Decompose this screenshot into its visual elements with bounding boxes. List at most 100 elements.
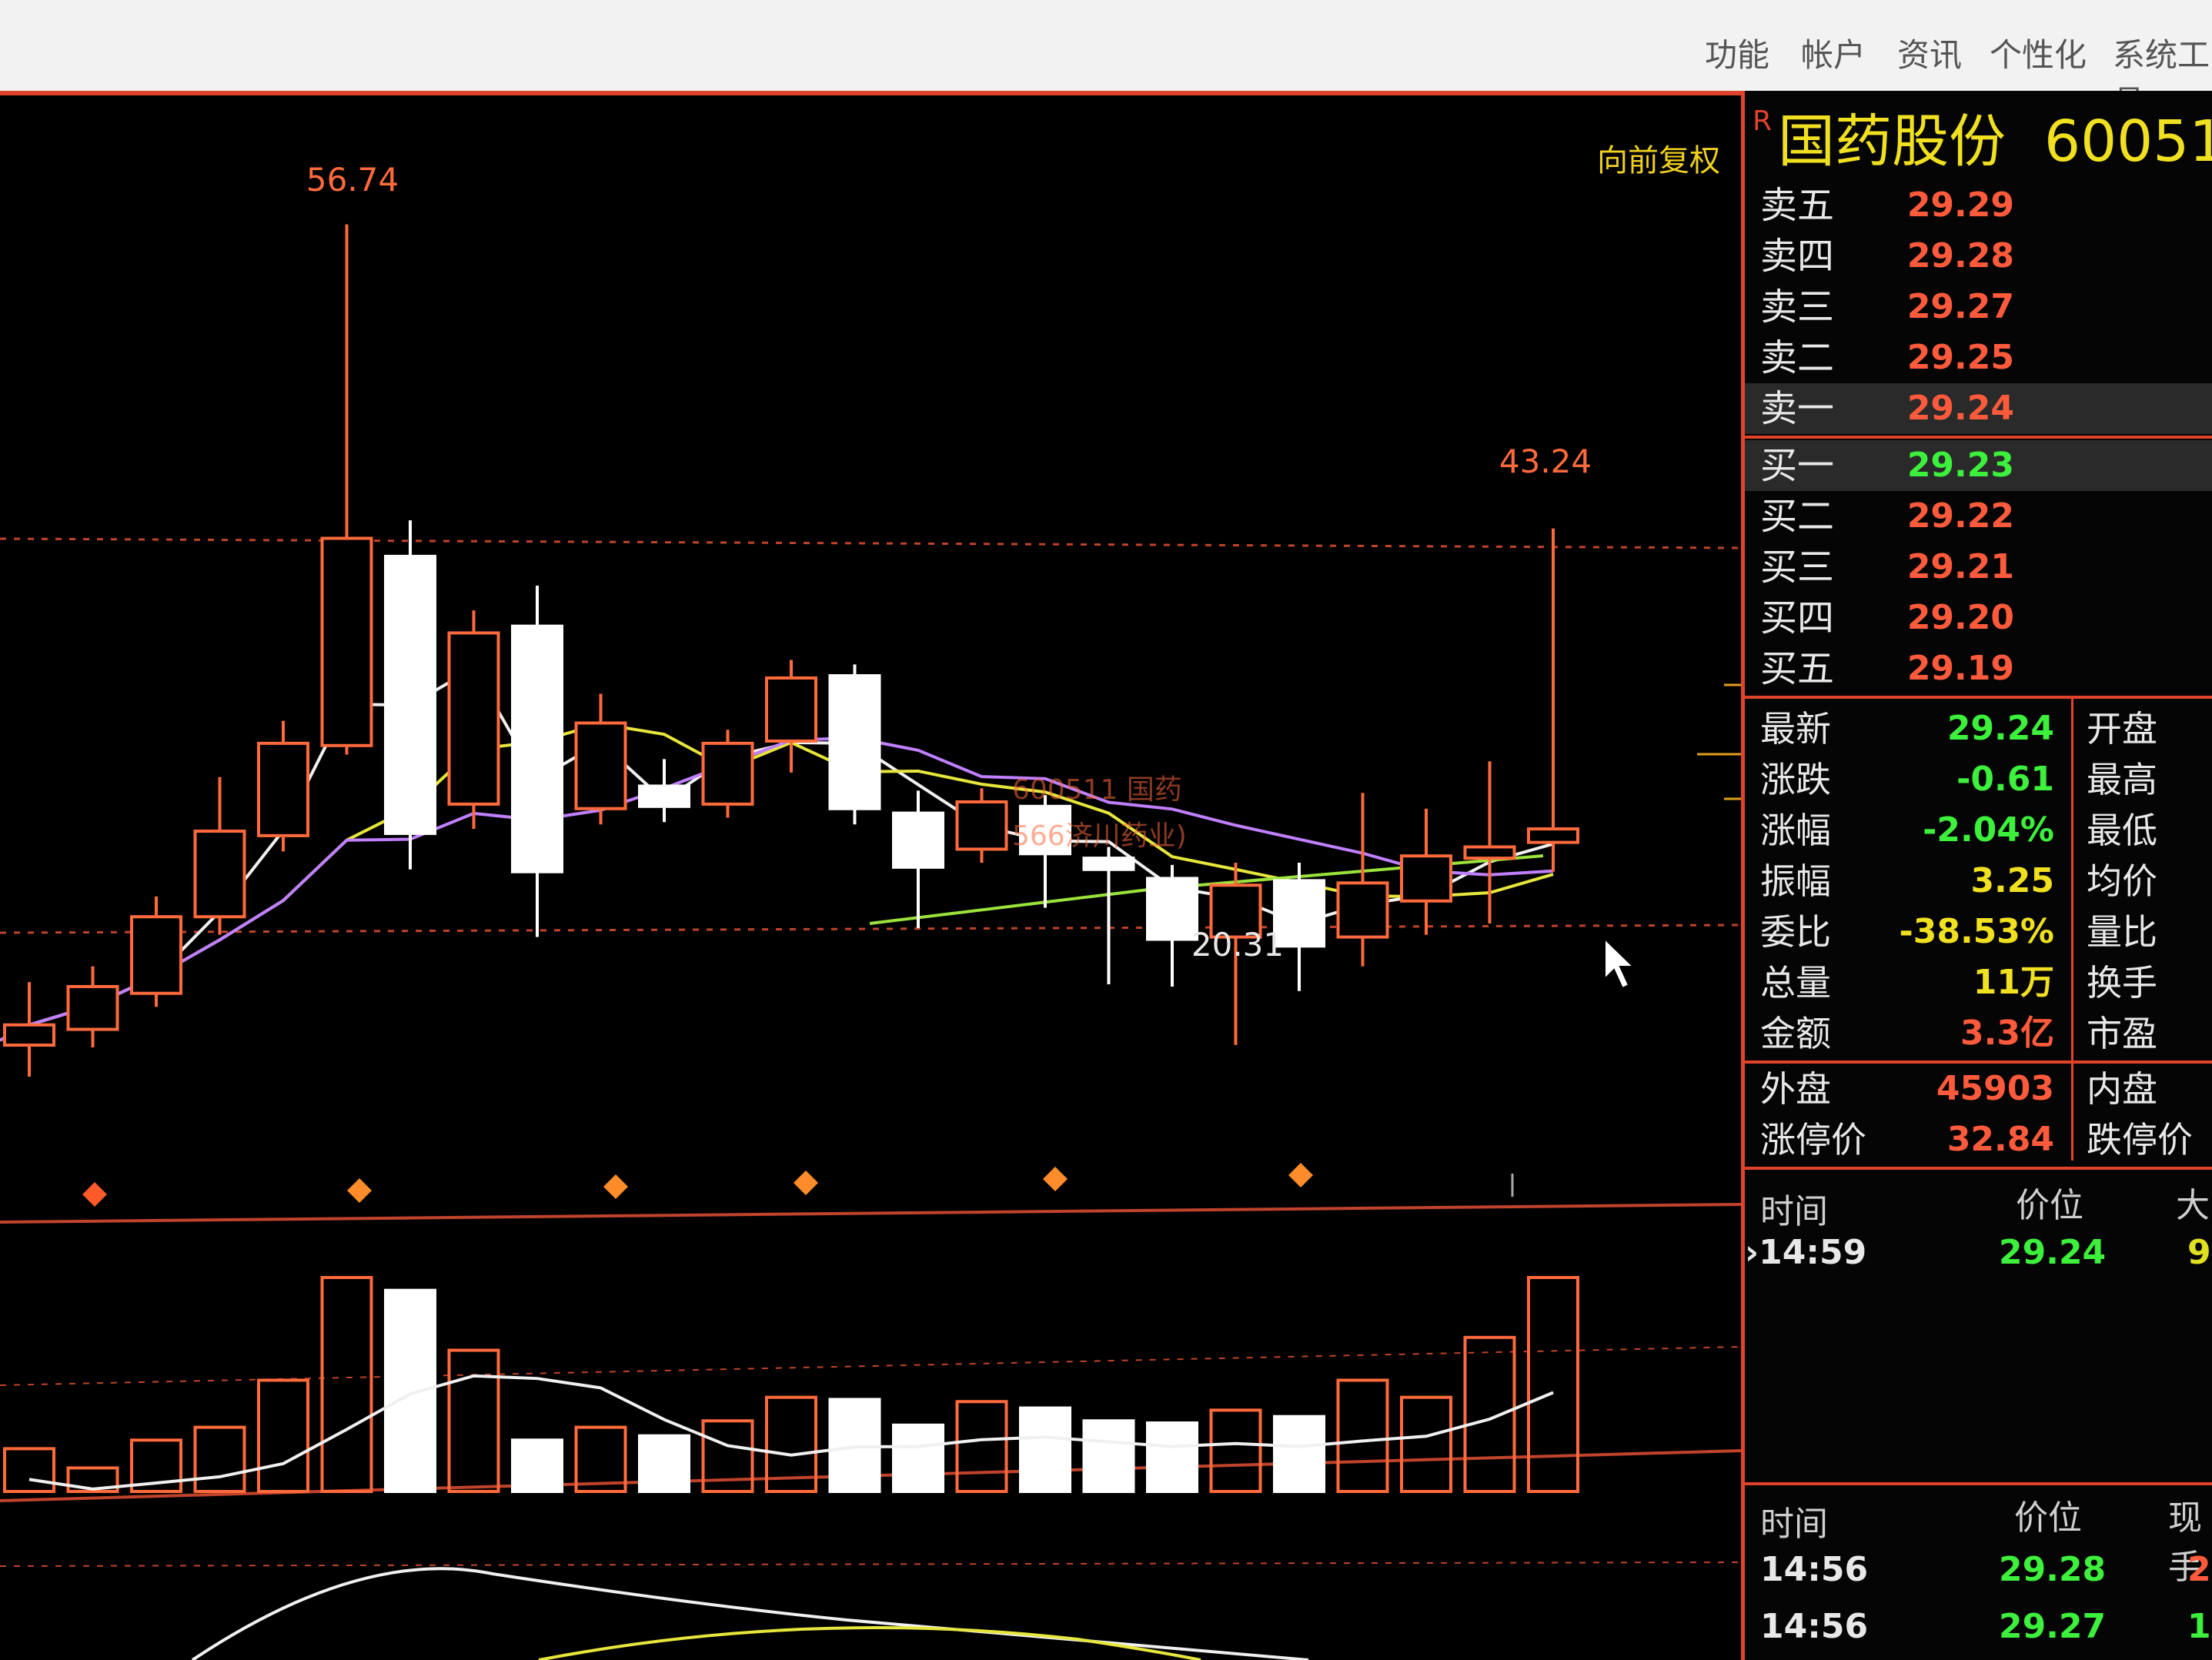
stock-title: R国药股份 600511 (1753, 99, 2212, 185)
order-label: 买四 (1760, 596, 1835, 640)
stat-label-right: 市盈 (2087, 1013, 2157, 1054)
volume-bar (511, 1438, 563, 1494)
stat-label: 涨幅 (1760, 810, 1831, 851)
stat-label: 外盘 (1760, 1068, 1831, 1110)
stat-value: 3.25 (1970, 861, 2054, 900)
volume-bar (1336, 1378, 1389, 1493)
stat-row-limit-up: 涨停价 32.84 跌停价 (1745, 1114, 2212, 1165)
trade-row[interactable]: 14:56 29.28 2 (1745, 1550, 2212, 1596)
candle-body (1082, 857, 1135, 871)
order-buy-5[interactable]: 买五 29.19 (1745, 643, 2212, 694)
volume-bar (1146, 1421, 1198, 1494)
order-price: 29.23 (1906, 446, 2014, 485)
candle-body (955, 800, 1008, 851)
indicator-gridline (0, 1561, 1741, 1567)
order-price: 29.21 (1906, 547, 2014, 586)
order-buy-2[interactable]: 买二 29.22 (1745, 491, 2212, 542)
candle-body (828, 674, 881, 810)
order-buy-4[interactable]: 买四 29.20 (1745, 593, 2212, 643)
high-price-label: 56.74 (306, 161, 399, 199)
stat-row-amount: 金额 3.3亿 市盈 (1745, 1008, 2212, 1059)
order-sell-4[interactable]: 卖四 29.28 (1745, 231, 2212, 282)
order-price: 29.25 (1906, 338, 2014, 377)
trade-time: 14:56 (1760, 1607, 1869, 1646)
volume-bar (3, 1447, 55, 1494)
stat-row-amplitude: 振幅 3.25 均价 (1745, 856, 2212, 907)
stat-label-right: 量比 (2087, 911, 2157, 953)
trade-price: 29.28 (1999, 1550, 2107, 1589)
adjust-mode-label[interactable]: 向前复权 (1597, 143, 1720, 179)
stat-label: 委比 (1760, 911, 1831, 953)
volume-pane-border (0, 1203, 1741, 1224)
signal-diamond-icon (1043, 1167, 1068, 1191)
volume-bar (1209, 1408, 1262, 1493)
stat-label-right: 均价 (2087, 860, 2157, 902)
candle-body (574, 721, 627, 810)
order-sell-5[interactable]: 卖五 29.29 (1745, 180, 2212, 231)
stat-label: 涨停价 (1760, 1119, 1866, 1161)
order-sell-1[interactable]: 卖一 29.24 (1745, 383, 2212, 434)
candle-body (1336, 881, 1389, 939)
stock-name: 国药股份 (1778, 109, 2007, 175)
stat-row-latest: 最新 29.24 开盘 (1745, 703, 2212, 754)
order-price: 29.20 (1906, 598, 2014, 637)
stat-label-right: 最高 (2087, 759, 2157, 800)
volume-bar (447, 1348, 500, 1494)
volume-bar (257, 1378, 309, 1493)
kline-chart[interactable]: 向前复权 56.74 43.24 20.31 600511 国药 566济川药业… (0, 0, 1741, 1660)
candlesticks (3, 224, 1579, 1077)
menu-item-news[interactable]: 资讯 (1897, 29, 1962, 76)
stat-label-right: 最低 (2087, 810, 2157, 851)
stat-label-right: 跌停价 (2087, 1119, 2193, 1161)
menu-item-account[interactable]: 帐户 (1801, 29, 1866, 76)
stat-row-bid-ratio: 委比 -38.53% 量比 (1745, 907, 2212, 957)
order-buy-3[interactable]: 买三 29.21 (1745, 542, 2212, 593)
stat-row-change: 涨跌 -0.61 最高 (1745, 754, 2212, 805)
order-label: 卖一 (1760, 387, 1835, 430)
stock-code: 600511 (2044, 109, 2212, 175)
trade-volume: 2 (2187, 1550, 2211, 1589)
stat-label-right: 换手 (2087, 962, 2157, 1004)
candle-body (765, 676, 817, 743)
margin-flag: R (1753, 105, 1773, 137)
order-label: 卖五 (1760, 184, 1835, 227)
volume-bar (1527, 1276, 1579, 1493)
volume-bar (1019, 1406, 1071, 1493)
candle-body (1146, 877, 1198, 941)
order-sell-2[interactable]: 卖二 29.25 (1745, 332, 2212, 383)
tick-section-divider (1745, 1482, 2212, 1485)
stat-row-volume: 总量 11万 换手 (1745, 957, 2212, 1008)
price-gridline (0, 537, 1741, 549)
watermark-line1: 600511 国药 (1012, 774, 1182, 806)
tick-row[interactable]: ›14:59 29.24 98 (1745, 1233, 2212, 1279)
volume-bar (193, 1425, 246, 1493)
order-price: 29.19 (1906, 649, 2014, 688)
volume-bar (384, 1288, 436, 1494)
mouse-cursor-icon (1604, 937, 1636, 990)
stat-row-outer-volume: 外盘 45903 内盘 (1745, 1064, 2212, 1114)
trade-row[interactable]: 14:56 29.27 1 (1745, 1607, 2212, 1653)
stat-row-change-pct: 涨幅 -2.04% 最低 (1745, 805, 2212, 856)
signal-diamond-icon (1288, 1163, 1313, 1187)
volume-bar (1082, 1419, 1135, 1494)
order-sell-3[interactable]: 卖三 29.27 (1745, 282, 2212, 332)
menu-item-personalize[interactable]: 个性化 (1990, 29, 2087, 76)
low-price-label: 20.31 (1191, 926, 1284, 964)
stat-value: 3.3亿 (1960, 1014, 2054, 1053)
order-book-divider (1745, 436, 2212, 439)
order-label: 买二 (1760, 495, 1835, 538)
stat-label: 涨跌 (1760, 759, 1831, 800)
candle-body (3, 1023, 55, 1047)
order-price: 29.29 (1906, 185, 2014, 225)
order-price: 29.27 (1906, 287, 2014, 326)
stat-value: 45903 (1936, 1069, 2054, 1108)
volume-bar (638, 1434, 690, 1493)
candle-body (193, 830, 246, 919)
candle-body (257, 741, 309, 837)
stat-value: -0.61 (1956, 760, 2054, 799)
tick-header-time: 时间 (1760, 1192, 1828, 1231)
tick-time: ›14:59 (1745, 1233, 1867, 1272)
trade-volume: 1 (2187, 1607, 2211, 1646)
order-buy-1[interactable]: 买一 29.23 (1745, 440, 2212, 491)
tick-header-volume: 大 (2176, 1186, 2210, 1225)
